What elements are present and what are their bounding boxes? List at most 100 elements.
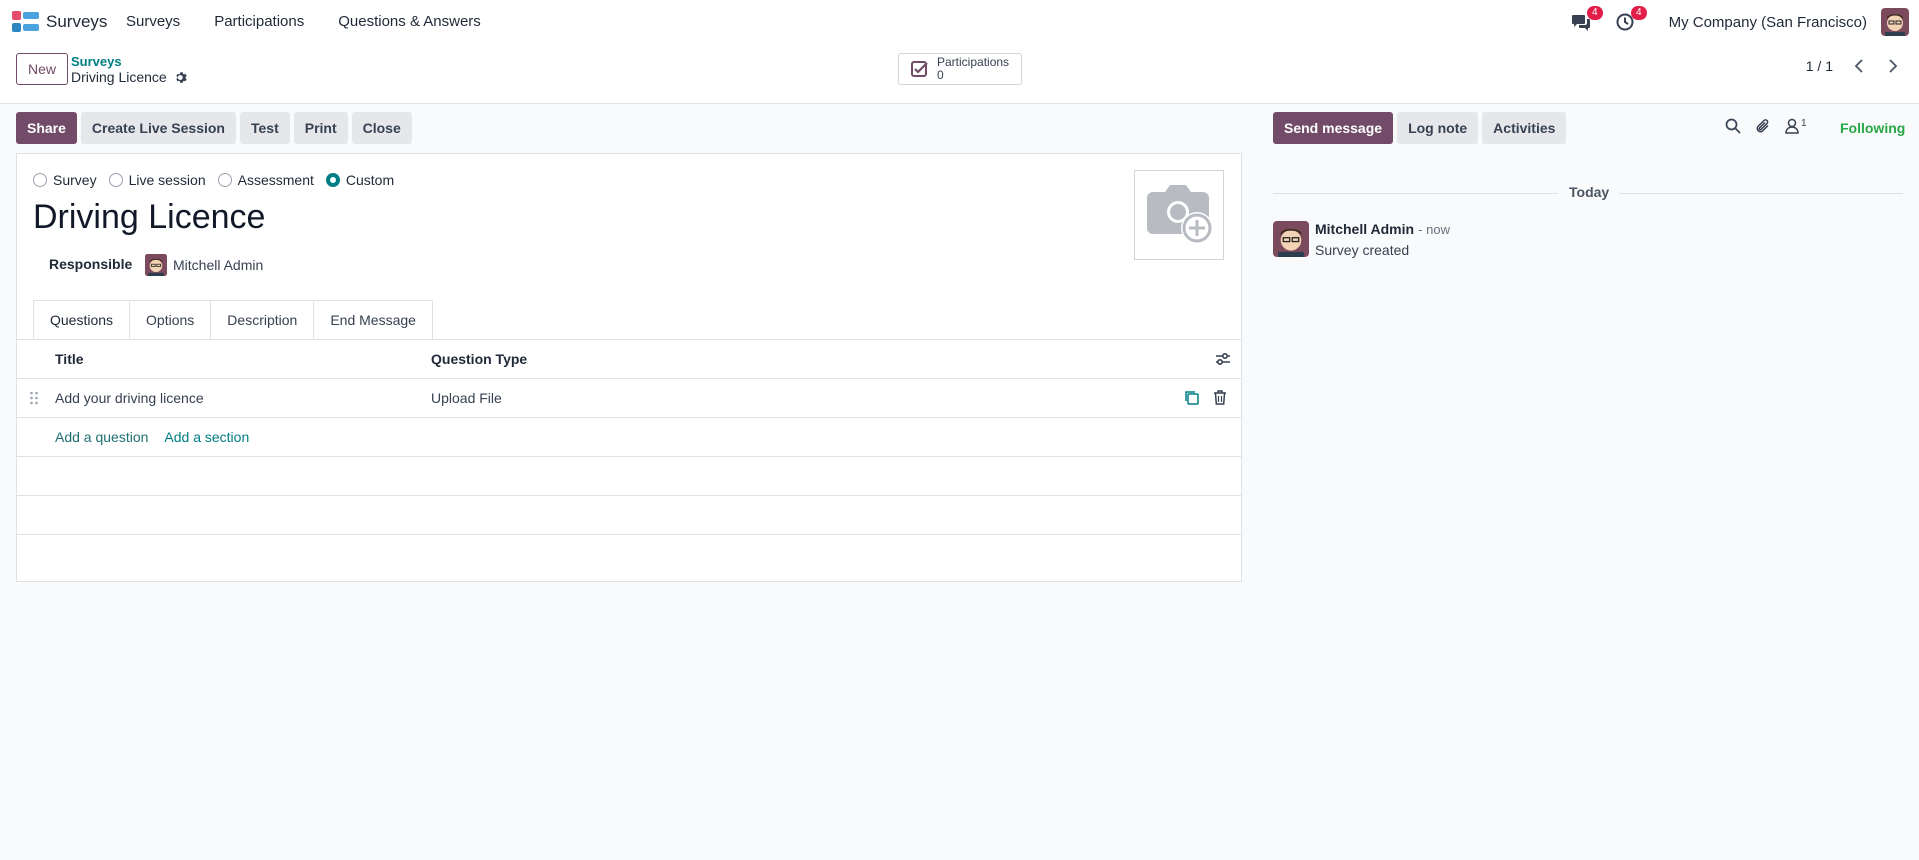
add-section-link[interactable]: Add a section: [164, 429, 249, 445]
radio-survey[interactable]: [33, 173, 47, 187]
table-row[interactable]: Add your driving licence Upload File: [17, 379, 1241, 418]
form-action-bar: Share Create Live Session Test Print Clo…: [16, 112, 412, 144]
date-separator-label: Today: [1569, 184, 1610, 200]
following-button[interactable]: Following: [1840, 120, 1905, 136]
breadcrumb-surveys[interactable]: Surveys: [71, 54, 122, 69]
chatter-topbar: Send message Log note Activities: [1273, 112, 1567, 144]
radio-custom[interactable]: [325, 173, 340, 187]
add-links: Add a question Add a section: [55, 429, 249, 445]
app-name[interactable]: Surveys: [46, 12, 107, 32]
survey-type-assessment[interactable]: Assessment: [217, 172, 314, 188]
followers-count: 1: [1801, 118, 1807, 129]
radio-survey-label: Survey: [53, 172, 97, 188]
participations-stat-value: 0: [937, 68, 944, 82]
survey-type-custom[interactable]: Custom: [325, 172, 395, 188]
radio-assessment[interactable]: [217, 173, 232, 187]
survey-type-survey[interactable]: Survey: [33, 172, 97, 188]
new-button[interactable]: New: [16, 53, 69, 85]
column-question-type[interactable]: Question Type: [431, 351, 527, 367]
form-tabs: Questions Options Description End Messag…: [33, 300, 433, 340]
create-live-session-button[interactable]: Create Live Session: [80, 112, 236, 144]
survey-type-live-session[interactable]: Live session: [108, 172, 206, 188]
survey-type-radio-group: Survey Live session Assessment Custom: [33, 172, 394, 188]
row-question-type: Upload File: [431, 390, 502, 406]
responsible-name: Mitchell Admin: [173, 257, 264, 273]
activities-button-chatter[interactable]: Activities: [1482, 112, 1567, 144]
row-title: Add your driving licence: [55, 390, 204, 406]
menu-questions-answers[interactable]: Questions & Answers: [338, 13, 481, 30]
print-button[interactable]: Print: [293, 112, 348, 144]
systray: 4 4 My Company (San Francisco): [1569, 6, 1909, 36]
pager-next-button[interactable]: [1885, 58, 1901, 74]
form-sheet: Survey Live session Assessment Custom Dr…: [16, 153, 1242, 582]
gear-icon[interactable]: [175, 71, 188, 84]
user-avatar[interactable]: [1881, 8, 1909, 36]
messages-button[interactable]: 4: [1569, 6, 1603, 34]
tab-end-message[interactable]: End Message: [314, 300, 433, 340]
responsible-avatar-icon: [145, 254, 167, 276]
messages-badge: 4: [1587, 6, 1603, 20]
radio-assessment-label: Assessment: [237, 172, 314, 188]
add-line-row: Add a question Add a section: [17, 418, 1241, 457]
survey-title-field[interactable]: Driving Licence: [33, 198, 265, 237]
empty-row: [17, 496, 1241, 535]
top-navbar: Surveys Surveys Participations Questions…: [0, 0, 1919, 44]
checkbox-checked-icon: [911, 61, 928, 77]
tab-questions[interactable]: Questions: [33, 300, 131, 340]
pager-value[interactable]: 1 / 1: [1806, 58, 1833, 74]
menu-surveys[interactable]: Surveys: [126, 13, 180, 30]
add-question-link[interactable]: Add a question: [55, 429, 148, 445]
paperclip-icon[interactable]: [1755, 118, 1771, 134]
user-icon: [1785, 118, 1799, 134]
message-header: Mitchell Admin - now: [1315, 221, 1450, 238]
table-header: Title Question Type: [17, 340, 1241, 379]
share-button[interactable]: Share: [16, 112, 77, 144]
app-menu-icon[interactable]: [12, 11, 40, 33]
column-settings-icon[interactable]: [1215, 351, 1231, 367]
chatter-message: Mitchell Admin - now Survey created: [1273, 221, 1450, 258]
user-avatar-icon: [1881, 8, 1909, 36]
column-title[interactable]: Title: [55, 351, 84, 367]
radio-live-session-label: Live session: [128, 172, 206, 188]
date-separator: Today: [1273, 184, 1903, 204]
participations-stat-button[interactable]: Participations 0: [898, 53, 1022, 85]
send-message-button[interactable]: Send message: [1273, 112, 1394, 144]
responsible-field[interactable]: Mitchell Admin: [145, 254, 263, 276]
camera-add-icon: [1147, 185, 1213, 244]
radio-custom-label: Custom: [345, 172, 395, 188]
search-icon[interactable]: [1725, 118, 1741, 134]
tab-description[interactable]: Description: [211, 300, 315, 340]
company-switcher[interactable]: My Company (San Francisco): [1669, 14, 1867, 31]
pager: 1 / 1: [1806, 58, 1901, 74]
test-button[interactable]: Test: [239, 112, 290, 144]
message-time: - now: [1418, 222, 1451, 237]
chatter-icons: 1: [1725, 118, 1807, 134]
empty-row: [17, 457, 1241, 496]
copy-icon[interactable]: [1184, 390, 1199, 405]
participations-stat-text: Participations 0: [937, 56, 1009, 82]
activities-button[interactable]: 4: [1613, 6, 1647, 34]
message-body: Survey created: [1315, 242, 1410, 258]
tab-options[interactable]: Options: [130, 300, 212, 340]
separator-line-right: [1619, 193, 1903, 194]
drag-handle-icon[interactable]: [29, 391, 39, 405]
trash-icon[interactable]: [1213, 390, 1227, 405]
chevron-right-icon: [1889, 59, 1898, 73]
survey-image-field[interactable]: [1134, 170, 1224, 260]
menu-participations[interactable]: Participations: [214, 13, 304, 30]
close-button[interactable]: Close: [351, 112, 412, 144]
message-content: Mitchell Admin - now Survey created: [1315, 221, 1450, 258]
radio-live-session[interactable]: [108, 173, 123, 187]
participations-stat-label: Participations: [937, 55, 1010, 69]
breadcrumb-current-label: Driving Licence: [71, 69, 167, 85]
pager-previous-button[interactable]: [1851, 58, 1867, 74]
row-actions: [1184, 390, 1227, 405]
message-author[interactable]: Mitchell Admin: [1315, 221, 1414, 237]
questions-table: Title Question Type Add your driving lic…: [17, 340, 1241, 535]
followers-button[interactable]: 1: [1785, 118, 1807, 134]
breadcrumb-current: Driving Licence: [71, 69, 188, 85]
log-note-button[interactable]: Log note: [1397, 112, 1479, 144]
main-menu: Surveys Participations Questions & Answe…: [126, 13, 481, 30]
message-author-avatar[interactable]: [1273, 221, 1309, 257]
separator-line-left: [1273, 193, 1558, 194]
